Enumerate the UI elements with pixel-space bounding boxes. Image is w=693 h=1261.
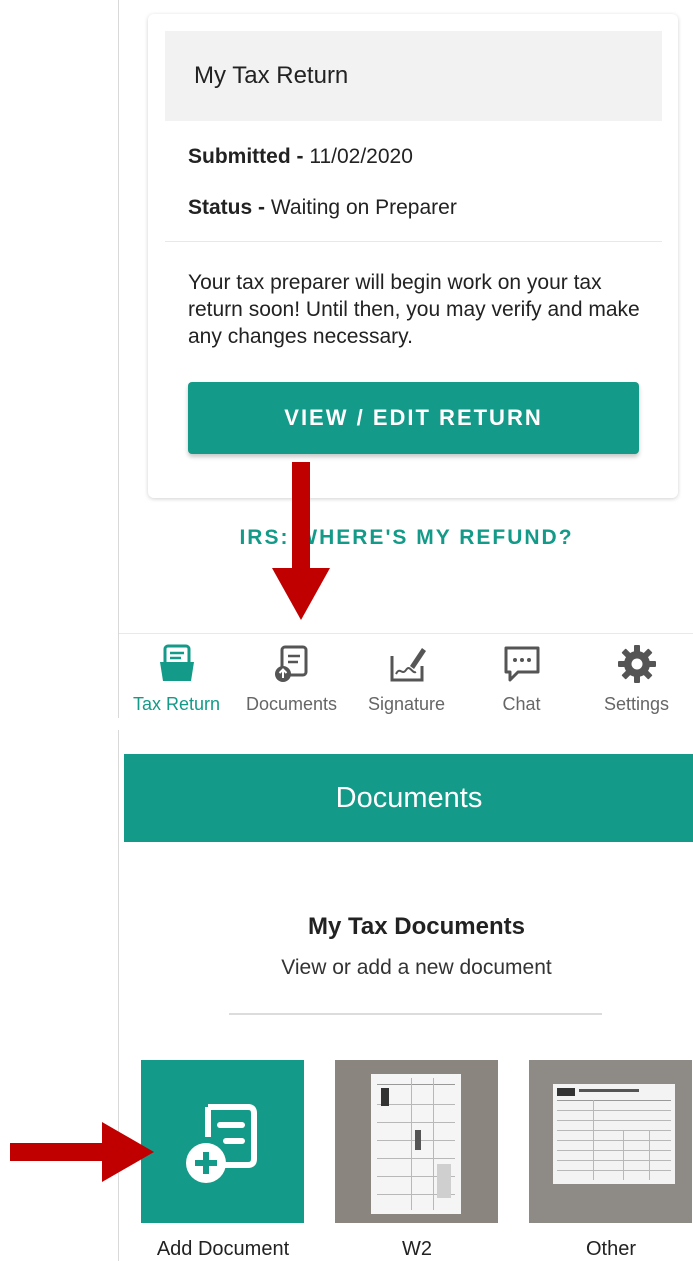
card-header: My Tax Return: [165, 31, 662, 121]
annotation-arrow-right-icon: [10, 1122, 154, 1182]
signature-icon: [390, 648, 426, 682]
w2-thumbnail: [371, 1074, 461, 1214]
tile-label-w2: W2: [402, 1238, 432, 1260]
nav-tab-documents[interactable]: Documents: [234, 634, 349, 719]
card-description: Your tax preparer will begin work on you…: [188, 271, 640, 348]
nav-label: Signature: [367, 694, 446, 714]
section-subtitle: View or add a new document: [281, 956, 552, 979]
irs-refund-link[interactable]: IRS: WHERE'S MY REFUND?: [119, 526, 693, 550]
nav-tab-chat[interactable]: Chat: [464, 634, 579, 719]
status-row: Status - Waiting on Preparer: [188, 196, 457, 220]
tile-label-add-document: Add Document: [156, 1238, 290, 1260]
gear-icon: [617, 645, 656, 683]
chat-icon: [504, 646, 539, 682]
nav-label: Settings: [603, 694, 670, 714]
card-title: My Tax Return: [194, 62, 349, 89]
bottom-nav: Tax Return Documents Signature Chat Sett…: [119, 633, 693, 718]
nav-tab-tax-return[interactable]: Tax Return: [119, 634, 234, 719]
nav-tab-signature[interactable]: Signature: [349, 634, 464, 719]
nav-label: Documents: [245, 694, 338, 714]
documents-upload-icon: [274, 645, 307, 682]
submitted-label: Submitted -: [188, 145, 304, 168]
folder-icon: [159, 644, 194, 681]
form-thumbnail: [553, 1084, 675, 1184]
section-title: My Tax Documents: [308, 913, 525, 940]
status-value: Waiting on Preparer: [270, 196, 457, 219]
view-edit-return-button[interactable]: VIEW / EDIT RETURN: [188, 382, 639, 454]
nav-label: Tax Return: [132, 694, 221, 714]
tax-return-card: My Tax Return Submitted - 11/02/2020 Sta…: [148, 14, 678, 498]
submitted-value: 11/02/2020: [309, 145, 413, 168]
nav-tab-settings[interactable]: Settings: [579, 634, 693, 719]
annotation-arrow-down-icon: [272, 462, 330, 620]
card-divider: [165, 241, 662, 242]
w2-document-tile[interactable]: [335, 1060, 498, 1223]
tax-return-screen: My Tax Return Submitted - 11/02/2020 Sta…: [118, 0, 693, 718]
section-divider: [229, 1013, 602, 1015]
documents-screen: Documents My Tax Documents View or add a…: [118, 730, 693, 1261]
status-label: Status -: [188, 196, 266, 219]
app-bar: Documents: [124, 754, 693, 842]
add-document-tile[interactable]: [141, 1060, 304, 1223]
nav-label: Chat: [502, 694, 541, 714]
tile-label-other: Other: [585, 1238, 637, 1260]
other-document-tile[interactable]: [529, 1060, 692, 1223]
app-bar-title: Documents: [335, 781, 483, 814]
add-document-icon: [185, 1103, 257, 1183]
submitted-row: Submitted - 11/02/2020: [188, 145, 413, 169]
